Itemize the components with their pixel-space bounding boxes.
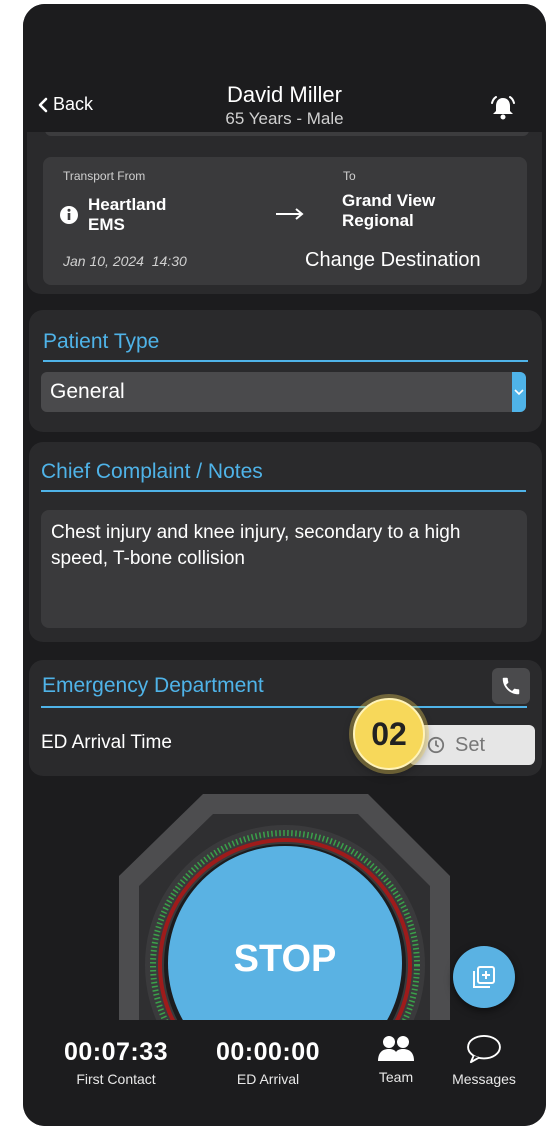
phone-icon bbox=[502, 677, 520, 695]
app-header: Back David Miller 65 Years - Male bbox=[23, 4, 546, 132]
chat-bubble-icon bbox=[467, 1034, 501, 1064]
team-icon bbox=[378, 1036, 414, 1061]
transport-to-name: Grand View Regional bbox=[342, 191, 436, 230]
complaint-title: Chief Complaint / Notes bbox=[41, 460, 263, 483]
transport-from-label: Transport From bbox=[63, 169, 146, 183]
add-note-button[interactable] bbox=[453, 946, 515, 1008]
ed-arrival-timer[interactable]: 00:00:00 ED Arrival bbox=[209, 1038, 327, 1087]
patient-info: 65 Years - Male bbox=[225, 109, 344, 128]
team-tab[interactable]: Team bbox=[365, 1034, 427, 1085]
add-library-icon bbox=[473, 966, 495, 988]
complaint-textarea[interactable]: Chest injury and knee injury, secondary … bbox=[41, 510, 527, 628]
transport-datetime: Jan 10, 2024 14:30 bbox=[63, 253, 187, 269]
divider bbox=[43, 360, 528, 362]
arrow-right-icon bbox=[276, 208, 304, 220]
ed-arrival-label: ED Arrival bbox=[236, 1071, 300, 1087]
team-label: Team bbox=[378, 1069, 414, 1085]
step-badge: 02 bbox=[353, 698, 425, 770]
transport-to-label: To bbox=[343, 169, 356, 183]
patient-type-card: Patient Type General bbox=[29, 310, 542, 432]
transport-panel: Transport From Heartland EMS To Grand Vi… bbox=[43, 157, 527, 285]
first-contact-timer[interactable]: 00:07:33 First Contact bbox=[57, 1038, 175, 1087]
patient-type-select[interactable]: General bbox=[41, 372, 526, 412]
clock-icon bbox=[427, 736, 445, 754]
patient-name: David Miller bbox=[227, 82, 342, 107]
ed-arrival-label: ED Arrival Time bbox=[41, 732, 172, 753]
patient-type-value: General bbox=[50, 380, 125, 403]
messages-tab[interactable]: Messages bbox=[447, 1034, 521, 1087]
messages-label: Messages bbox=[452, 1071, 516, 1087]
divider bbox=[41, 490, 526, 492]
ed-title: Emergency Department bbox=[42, 674, 264, 697]
stop-label: STOP bbox=[233, 938, 337, 980]
transport-card: Transport From Heartland EMS To Grand Vi… bbox=[27, 104, 542, 294]
patient-type-title: Patient Type bbox=[43, 330, 160, 353]
phone-screen: Back David Miller 65 Years - Male Transp… bbox=[23, 4, 546, 1126]
first-contact-label: First Contact bbox=[76, 1071, 156, 1087]
first-contact-time: 00:07:33 bbox=[63, 1038, 169, 1066]
dropdown-handle[interactable] bbox=[512, 372, 526, 412]
transport-from-name: Heartland EMS bbox=[88, 195, 167, 234]
chevron-down-icon bbox=[514, 389, 524, 396]
set-label: Set bbox=[455, 733, 486, 756]
info-icon[interactable] bbox=[59, 205, 79, 225]
divider bbox=[41, 706, 527, 708]
change-destination-button[interactable]: Change Destination bbox=[305, 249, 481, 272]
set-arrival-time-button[interactable]: Set bbox=[409, 725, 535, 765]
call-button[interactable] bbox=[492, 668, 530, 704]
complaint-card: Chief Complaint / Notes Chest injury and… bbox=[29, 442, 542, 642]
ed-arrival-time: 00:00:00 bbox=[215, 1038, 321, 1066]
bottom-bar: 00:07:33 First Contact 00:00:00 ED Arriv… bbox=[23, 1020, 546, 1126]
bell-icon[interactable] bbox=[488, 94, 518, 120]
complaint-text: Chest injury and knee injury, secondary … bbox=[51, 522, 461, 569]
